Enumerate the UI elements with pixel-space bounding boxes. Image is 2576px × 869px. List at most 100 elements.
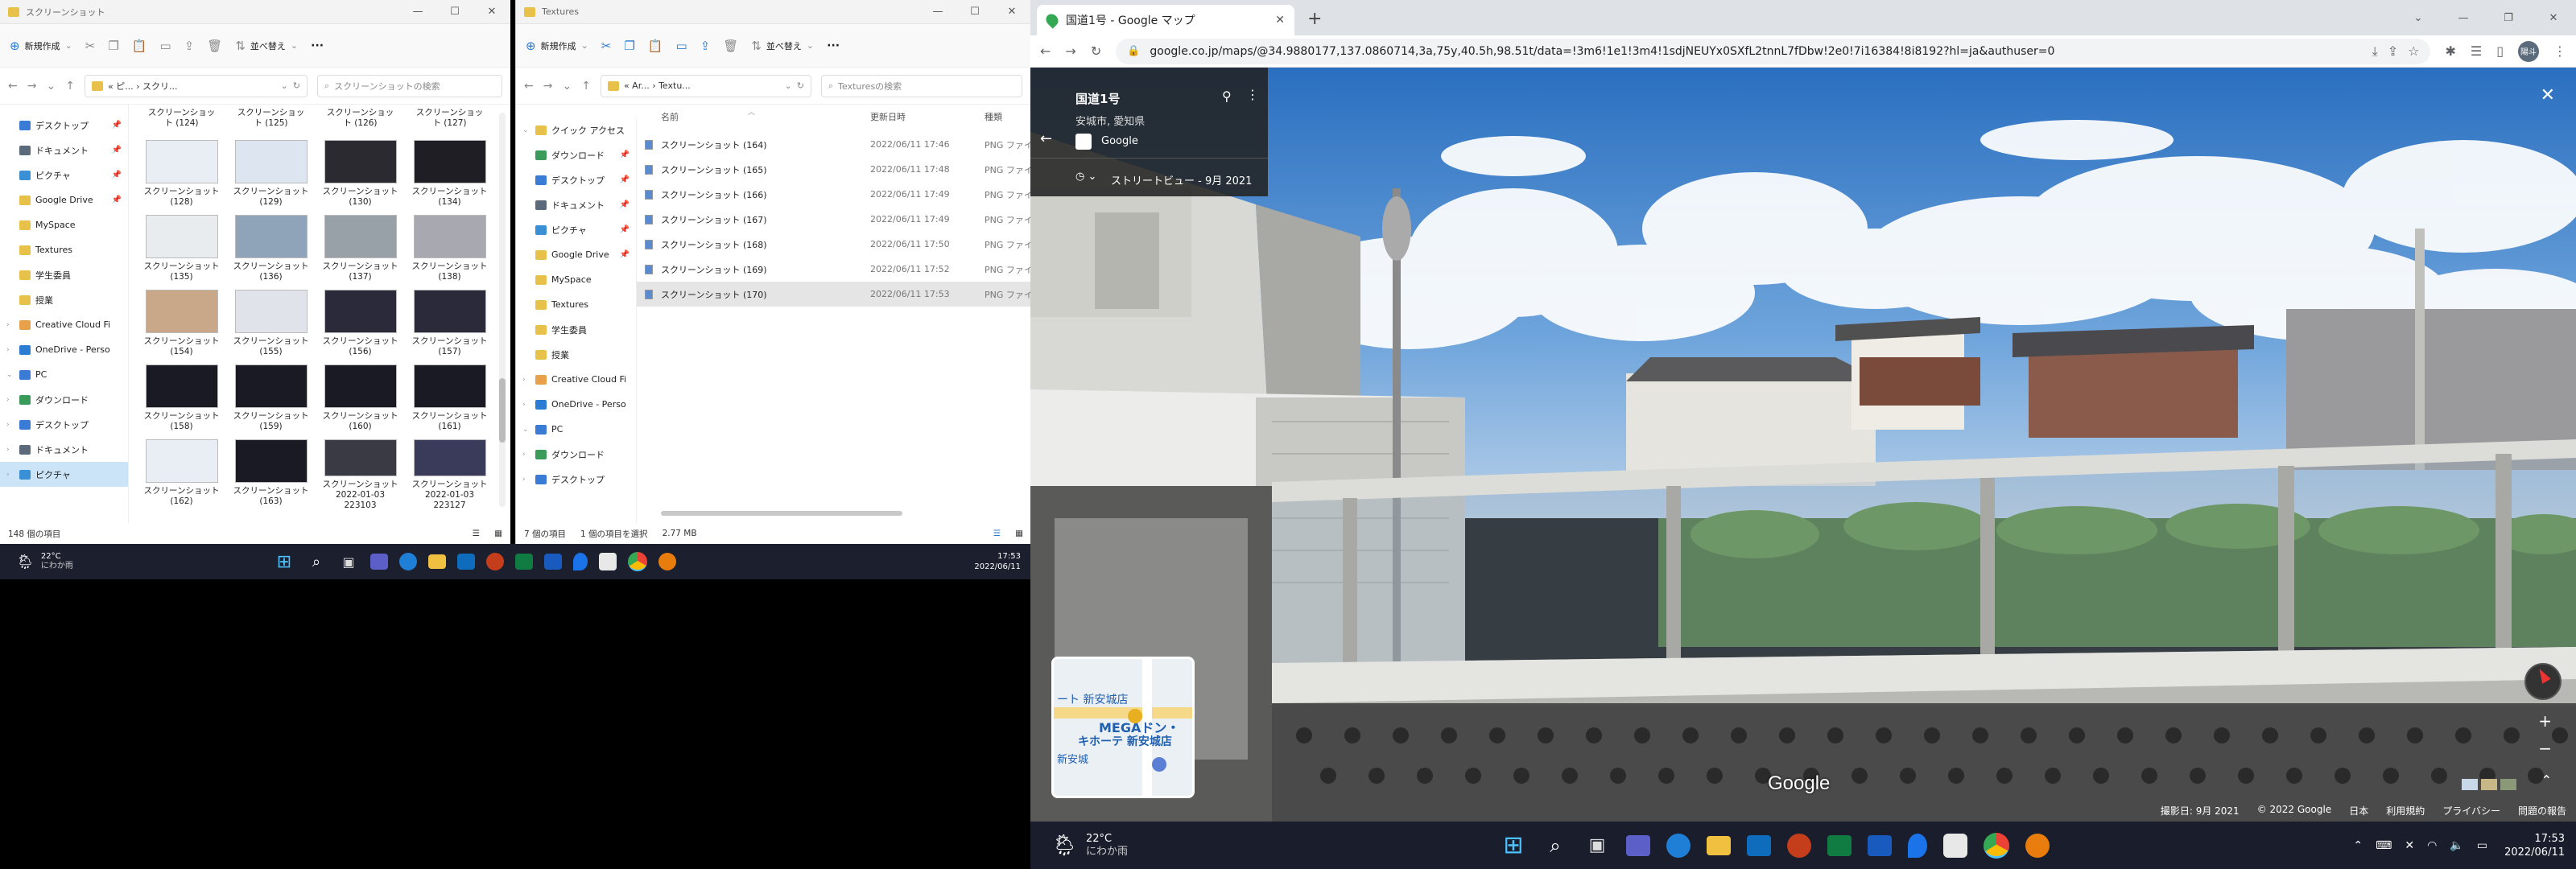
share-icon[interactable]: ⇪ — [184, 39, 195, 53]
nav-item[interactable]: 学生委員 — [516, 317, 636, 342]
large-icons-view-icon[interactable]: ▦ — [1015, 529, 1023, 538]
rename-icon[interactable]: ▭ — [676, 39, 687, 53]
footer-link[interactable]: 利用規約 — [2386, 804, 2425, 818]
nav-item[interactable]: › ダウンロード — [516, 442, 636, 467]
new-button[interactable]: ⊕ 新規作成 ⌄ — [526, 39, 588, 53]
nav-item[interactable]: デスクトップ 📌 — [516, 167, 636, 192]
search-box[interactable]: ⌕ Texturesの検索 — [821, 74, 1022, 97]
nav-item[interactable]: 授業 — [516, 342, 636, 367]
file-item[interactable]: スクリーンショット (160) — [316, 361, 405, 436]
menu-icon[interactable]: ⋮ — [2553, 43, 2566, 59]
task-view-icon[interactable]: ▣ — [1584, 833, 1610, 859]
more-button[interactable]: ··· — [827, 39, 840, 52]
file-item[interactable]: スクリーンショット (138) — [405, 212, 494, 286]
file-row[interactable]: スクリーンショット (165) 2022/06/11 17:48 PNG ファイ — [637, 157, 1030, 182]
maximize-button[interactable]: ☐ — [956, 0, 993, 24]
nav-item[interactable]: MySpace — [516, 267, 636, 292]
side-panel-icon[interactable]: ▯ — [2496, 43, 2504, 59]
expand-chevron-icon[interactable]: › — [6, 471, 14, 479]
clock[interactable]: 17:53 2022/06/11 — [974, 551, 1021, 572]
file-item[interactable]: スクリーンショット (129) — [226, 137, 316, 212]
file-row[interactable]: スクリーンショット (166) 2022/06/11 17:49 PNG ファイ — [637, 182, 1030, 207]
file-item[interactable]: スクリーンショット (163) — [226, 436, 316, 511]
nav-item[interactable]: › ピクチャ — [0, 462, 128, 487]
minimize-button[interactable]: — — [399, 0, 436, 24]
expand-chevron-icon[interactable]: ⌄ — [522, 426, 530, 434]
clock[interactable]: 17:53 2022/06/11 — [2504, 832, 2565, 859]
new-tab-button[interactable]: + — [1307, 9, 1322, 29]
forward-icon[interactable]: → — [543, 80, 553, 93]
file-item[interactable]: スクリーンショット (162) — [137, 436, 226, 511]
nav-item[interactable]: 学生委員 — [0, 262, 128, 287]
nav-item[interactable]: › デスクトップ — [516, 467, 636, 492]
nav-item[interactable]: Google Drive 📌 — [516, 242, 636, 267]
layer-thumb[interactable] — [2500, 779, 2516, 790]
weather-widget[interactable]: 🌦 22°C にわか雨 — [16, 552, 73, 571]
scrollbar-thumb[interactable] — [499, 378, 506, 443]
nav-item[interactable]: ⌄ PC — [0, 362, 128, 387]
pin-icon[interactable]: ⚲ — [1222, 89, 1232, 104]
file-item[interactable]: スクリーンショット (137) — [316, 212, 405, 286]
expand-chevron-icon[interactable]: › — [6, 396, 14, 404]
expand-chevron-icon[interactable]: › — [6, 321, 14, 329]
nav-item[interactable]: MySpace — [0, 212, 128, 237]
paste-icon[interactable]: 📋 — [132, 39, 147, 53]
chat-icon[interactable] — [1626, 834, 1650, 856]
file-item[interactable]: スクリーンショット 2022-01-03 223103 — [316, 436, 405, 511]
profile-avatar[interactable]: 陽斗 — [2518, 40, 2539, 62]
file-item[interactable]: スクリーンショット (154) — [137, 286, 226, 361]
minimap[interactable]: ート 新安城店 MEGAドン・ キホーテ 新安城店 新安城 — [1051, 657, 1195, 798]
copy-icon[interactable]: ❐ — [624, 39, 634, 53]
expand-chevron-icon[interactable]: › — [6, 446, 14, 454]
compass-icon[interactable] — [2524, 663, 2562, 700]
blender-icon[interactable] — [2025, 833, 2050, 858]
expand-chevron-icon[interactable]: › — [522, 376, 530, 384]
chat-icon[interactable] — [370, 554, 388, 570]
tray-app-icon[interactable]: ✕ — [2405, 839, 2414, 852]
path-box[interactable]: « Ar... › Textu... ⌄ ↻ — [600, 74, 811, 97]
nav-item[interactable]: › OneDrive - Perso — [516, 392, 636, 417]
minimize-button[interactable]: — — [2441, 0, 2486, 35]
nav-item[interactable]: ドキュメント 📌 — [0, 138, 128, 163]
col-date[interactable]: 更新日時 — [870, 110, 906, 123]
keyboard-icon[interactable]: ⌨ — [2376, 839, 2392, 852]
bookmark-star-icon[interactable]: ☆ — [2408, 43, 2419, 59]
details-view-icon[interactable]: ☰ — [993, 529, 1001, 538]
nav-item[interactable]: › デスクトップ — [0, 412, 128, 437]
file-row[interactable]: スクリーンショット (164) 2022/06/11 17:46 PNG ファイ — [637, 132, 1030, 157]
copy-icon[interactable]: ❐ — [108, 39, 118, 53]
excel-icon[interactable] — [1827, 834, 1852, 856]
maps-icon[interactable] — [573, 553, 588, 570]
rename-icon[interactable]: ▭ — [160, 39, 171, 53]
layer-thumb[interactable] — [2462, 779, 2478, 790]
nav-item[interactable]: ドキュメント 📌 — [516, 192, 636, 217]
path-box[interactable]: « ピ... › スクリ... ⌄ ↻ — [84, 74, 308, 97]
zoom-in-button[interactable]: + — [2538, 711, 2552, 731]
file-item[interactable]: スクリーンショット (136) — [226, 212, 316, 286]
back-icon[interactable]: ← — [8, 80, 18, 93]
expand-icon[interactable]: ⌃ — [2541, 772, 2552, 788]
search-icon[interactable]: ⌕ — [1542, 833, 1568, 859]
file-row[interactable]: スクリーンショット (169) 2022/06/11 17:52 PNG ファイ — [637, 257, 1030, 282]
file-item[interactable]: スクリーンショット (127) — [405, 108, 494, 137]
nav-item[interactable]: ⌄ クイック アクセス — [516, 117, 636, 142]
install-icon[interactable]: ⤓ — [2372, 43, 2378, 60]
blender-icon[interactable] — [658, 553, 676, 570]
zoom-out-button[interactable]: − — [2538, 739, 2552, 758]
footer-link[interactable]: 問題の報告 — [2518, 804, 2566, 818]
cut-icon[interactable]: ✂ — [85, 39, 96, 53]
nav-item[interactable]: › ダウンロード — [0, 387, 128, 412]
forward-icon[interactable]: → — [27, 80, 37, 93]
file-row[interactable]: スクリーンショット (168) 2022/06/11 17:50 PNG ファイ — [637, 232, 1030, 257]
sort-button[interactable]: ⇅ 並べ替え ⌄ — [751, 39, 814, 53]
search-box[interactable]: ⌕ スクリーンショットの検索 — [317, 74, 502, 97]
url-bar[interactable]: 🔒 google.co.jp/maps/@34.9880177,137.0860… — [1116, 38, 2431, 64]
edge-icon[interactable] — [1666, 833, 1690, 858]
reading-list-icon[interactable]: ☰ — [2471, 43, 2482, 59]
nav-item[interactable]: 授業 — [0, 287, 128, 312]
nav-item[interactable]: › Creative Cloud Fi — [0, 312, 128, 337]
scrollbar[interactable] — [499, 113, 506, 507]
new-button[interactable]: ⊕ 新規作成 ⌄ — [10, 39, 72, 53]
up-icon[interactable]: ↑ — [65, 80, 75, 93]
extensions-icon[interactable]: ✱ — [2445, 43, 2455, 59]
